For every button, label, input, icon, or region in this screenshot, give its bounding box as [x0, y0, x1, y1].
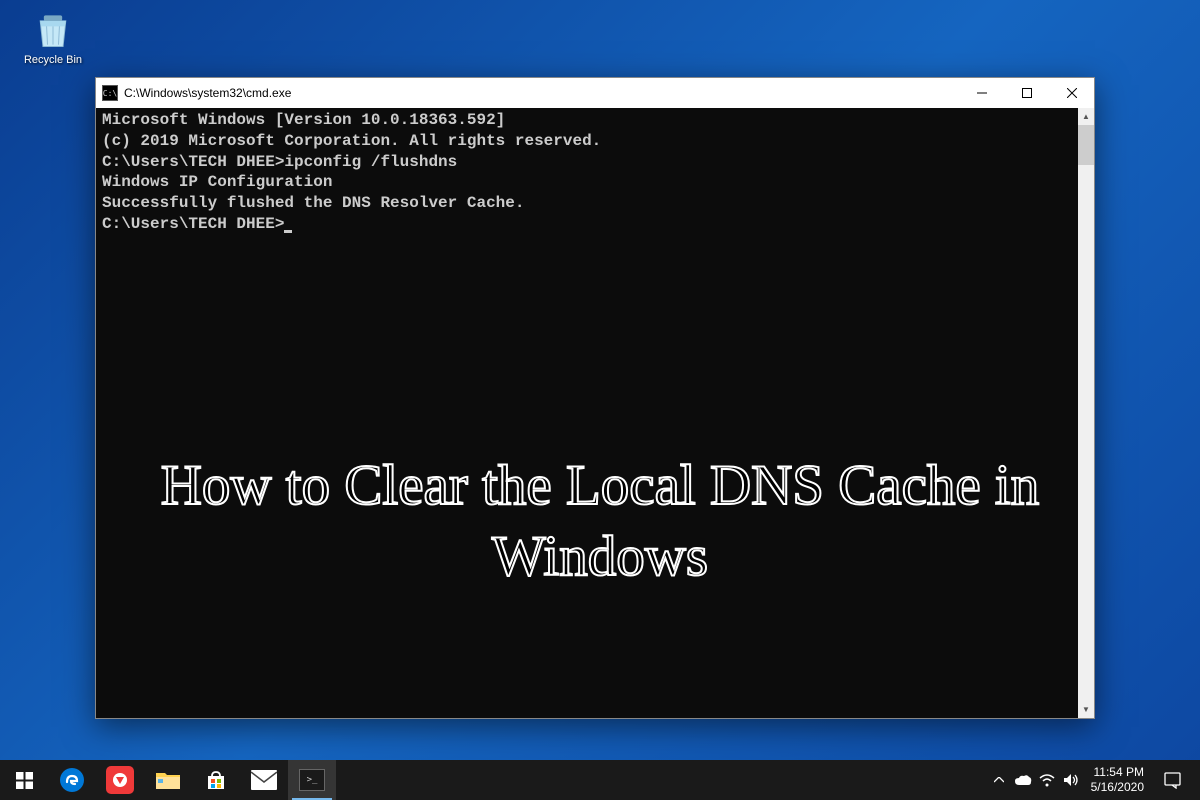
minimize-button[interactable]: [959, 78, 1004, 108]
cmd-icon: C:\: [102, 85, 118, 101]
chevron-up-icon: [994, 777, 1004, 783]
cmd-title: C:\Windows\system32\cmd.exe: [124, 86, 959, 100]
tray-volume[interactable]: [1059, 760, 1083, 800]
cmd-taskbar-icon: >_: [299, 769, 325, 791]
cursor: [284, 230, 292, 233]
scroll-down-button[interactable]: ▼: [1078, 701, 1094, 718]
folder-icon: [155, 769, 181, 791]
cmd-line: Microsoft Windows [Version 10.0.18363.59…: [102, 110, 1072, 131]
tray-network[interactable]: [1035, 760, 1059, 800]
taskbar-clock[interactable]: 11:54 PM 5/16/2020: [1083, 765, 1152, 795]
taskbar: >_ 11:54 PM 5/16/2020: [0, 760, 1200, 800]
recycle-bin-icon: [31, 8, 75, 52]
clock-time: 11:54 PM: [1094, 765, 1144, 780]
volume-icon: [1063, 773, 1079, 787]
wifi-icon: [1039, 774, 1055, 787]
cloud-icon: [1014, 774, 1032, 786]
notification-icon: [1164, 772, 1181, 789]
scroll-track[interactable]: [1078, 125, 1094, 701]
taskbar-file-explorer[interactable]: [144, 760, 192, 800]
system-tray: 11:54 PM 5/16/2020: [987, 760, 1200, 800]
tray-onedrive[interactable]: [1011, 760, 1035, 800]
taskbar-cmd[interactable]: >_: [288, 760, 336, 800]
start-button[interactable]: [0, 760, 48, 800]
scrollbar[interactable]: ▲ ▼: [1078, 108, 1094, 718]
store-icon: [204, 768, 228, 792]
cmd-body: Microsoft Windows [Version 10.0.18363.59…: [96, 108, 1094, 718]
taskbar-edge[interactable]: [48, 760, 96, 800]
cmd-titlebar[interactable]: C:\ C:\Windows\system32\cmd.exe: [96, 78, 1094, 108]
windows-icon: [16, 772, 33, 789]
close-button[interactable]: [1049, 78, 1094, 108]
cmd-line: Windows IP Configuration: [102, 172, 1072, 193]
cmd-window: C:\ C:\Windows\system32\cmd.exe Microsof…: [95, 77, 1095, 719]
taskbar-store[interactable]: [192, 760, 240, 800]
clock-date: 5/16/2020: [1091, 780, 1144, 795]
edge-icon: [60, 768, 84, 792]
maximize-button[interactable]: [1004, 78, 1049, 108]
cmd-line: (c) 2019 Microsoft Corporation. All righ…: [102, 131, 1072, 152]
cmd-prompt-line: C:\Users\TECH DHEE>: [102, 214, 1072, 235]
recycle-bin-label: Recycle Bin: [24, 54, 82, 66]
scroll-up-button[interactable]: ▲: [1078, 108, 1094, 125]
tray-overflow[interactable]: [987, 760, 1011, 800]
cmd-line: Successfully flushed the DNS Resolver Ca…: [102, 193, 1072, 214]
scroll-thumb[interactable]: [1078, 125, 1094, 165]
cmd-line: C:\Users\TECH DHEE>ipconfig /flushdns: [102, 152, 1072, 173]
mail-icon: [251, 770, 277, 790]
notification-center-button[interactable]: [1152, 772, 1192, 789]
vivaldi-icon: [106, 766, 134, 794]
cmd-content[interactable]: Microsoft Windows [Version 10.0.18363.59…: [96, 108, 1078, 718]
recycle-bin[interactable]: Recycle Bin: [18, 8, 88, 66]
taskbar-mail[interactable]: [240, 760, 288, 800]
taskbar-vivaldi[interactable]: [96, 760, 144, 800]
taskbar-spacer: [336, 760, 987, 800]
